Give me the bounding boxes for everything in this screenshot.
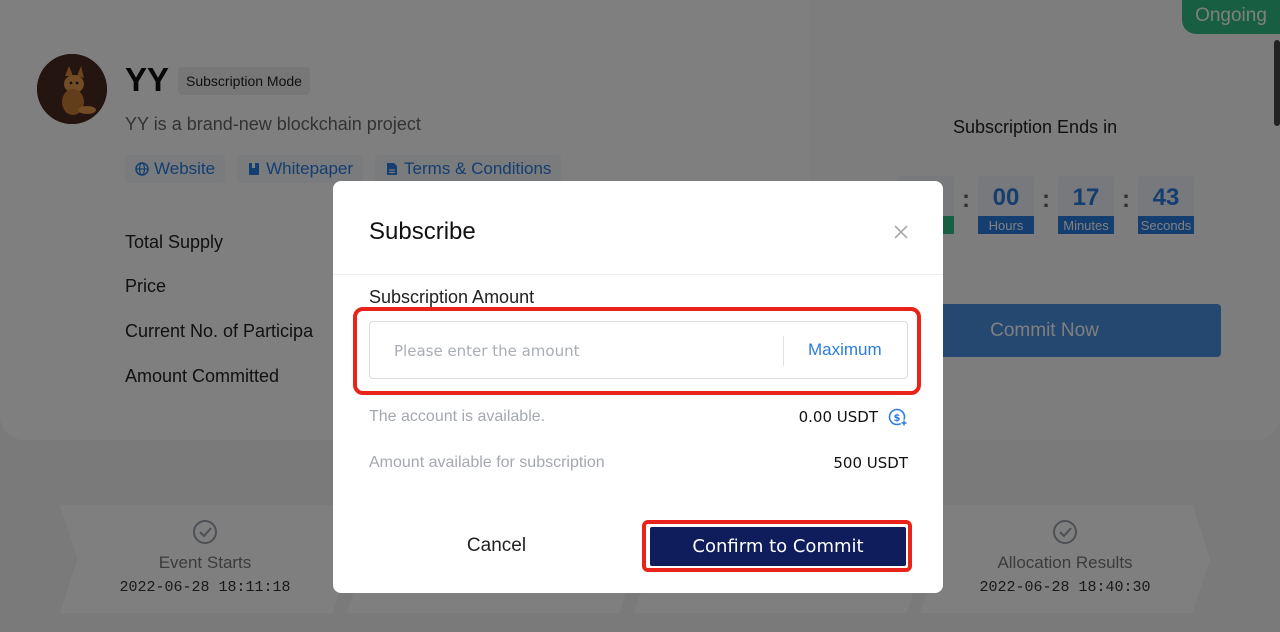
- account-balance-row: The account is available. 0.00 USDT $: [369, 407, 908, 427]
- available-value: 500 USDT: [833, 454, 908, 472]
- confirm-commit-button[interactable]: Confirm to Commit: [650, 527, 906, 566]
- divider: [333, 274, 943, 275]
- close-icon[interactable]: [893, 224, 909, 240]
- account-value: 0.00 USDT: [798, 408, 878, 426]
- account-label: The account is available.: [369, 408, 546, 425]
- cancel-button[interactable]: Cancel: [369, 529, 624, 563]
- svg-text:$: $: [894, 413, 901, 424]
- amount-input[interactable]: [394, 340, 774, 362]
- amount-label: Subscription Amount: [369, 287, 535, 307]
- dollar-plus-icon[interactable]: $: [888, 407, 908, 427]
- modal-title: Subscribe: [369, 218, 476, 245]
- available-amount-row: Amount available for subscription 500 US…: [369, 454, 908, 472]
- subscribe-modal: Subscribe Subscription Amount Maximum Th…: [333, 181, 943, 593]
- amount-field: Maximum: [369, 321, 908, 379]
- maximum-button[interactable]: Maximum: [808, 340, 882, 360]
- available-label: Amount available for subscription: [369, 454, 605, 471]
- account-value-group: 0.00 USDT $: [799, 407, 908, 427]
- field-separator: [783, 336, 784, 366]
